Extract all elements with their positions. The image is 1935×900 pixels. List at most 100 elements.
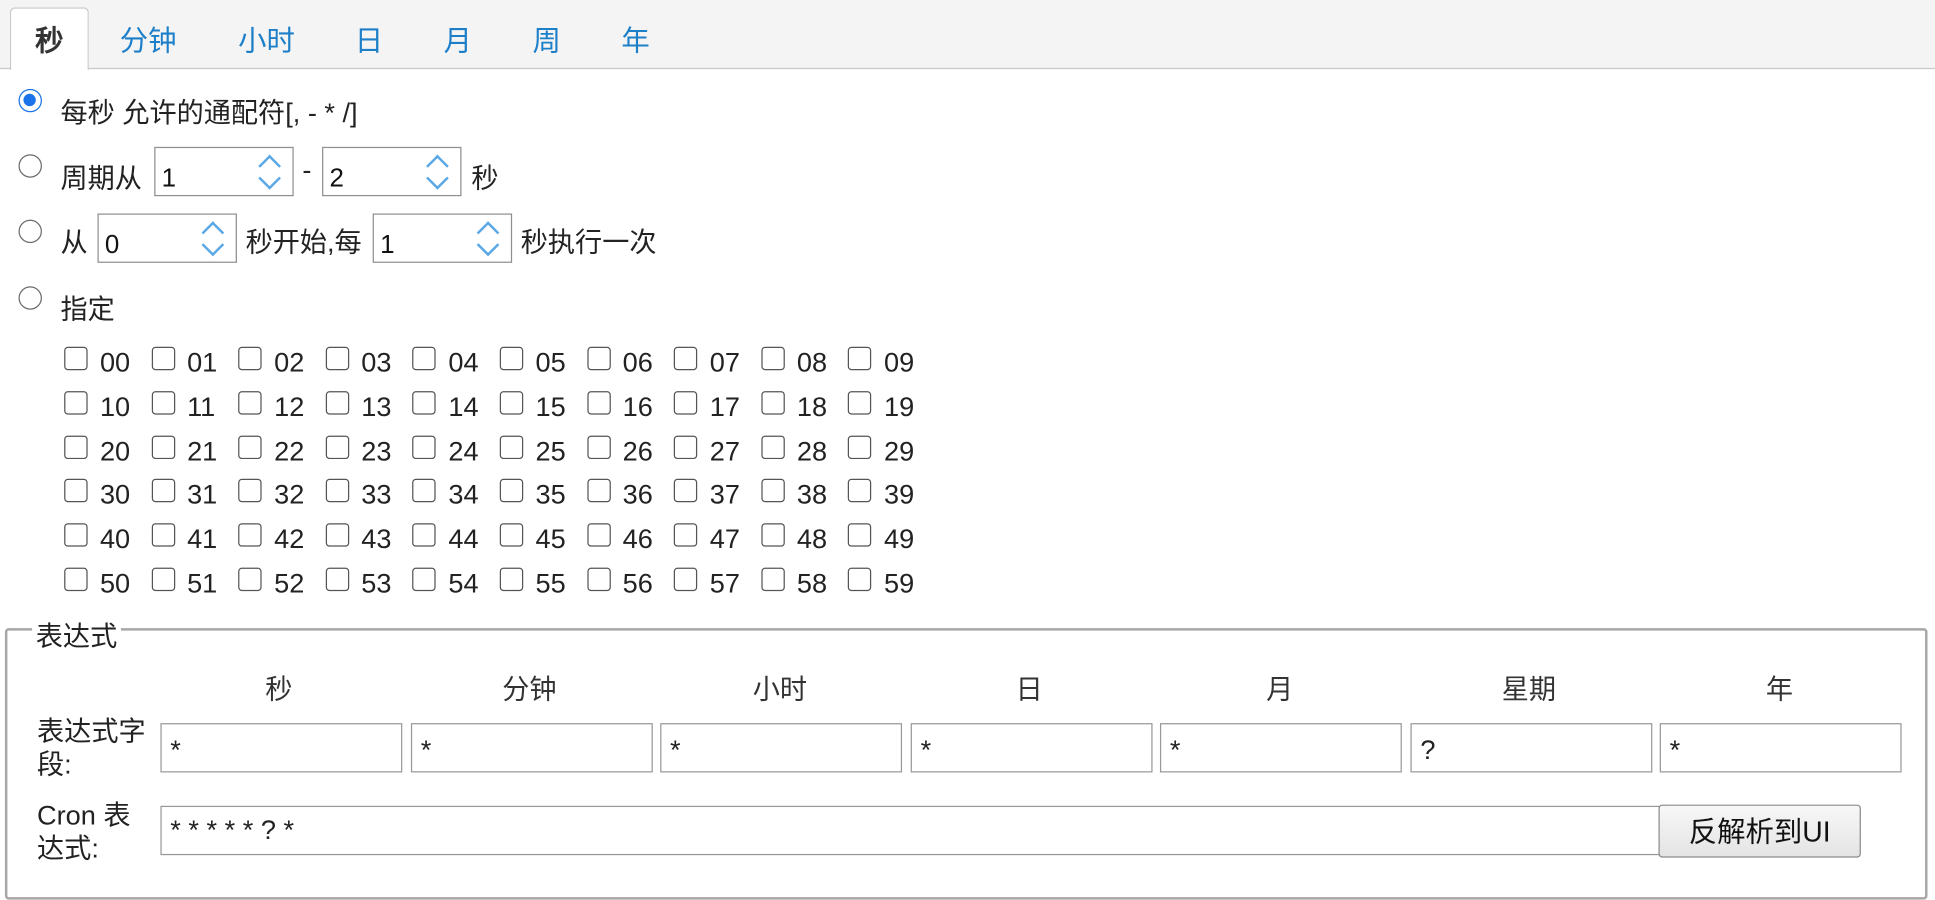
checkbox[interactable] (64, 435, 88, 459)
checkbox[interactable] (412, 435, 437, 459)
checkbox[interactable] (499, 567, 524, 592)
field-minute[interactable]: * (410, 723, 653, 773)
checkbox[interactable] (586, 479, 611, 503)
checkbox[interactable] (673, 435, 698, 459)
checkbox[interactable] (325, 435, 349, 459)
checkbox[interactable] (586, 435, 611, 459)
checkbox[interactable] (64, 390, 88, 415)
checkbox[interactable] (673, 346, 698, 371)
field-year[interactable]: * (1659, 723, 1902, 773)
cycle-to-value: 2 (329, 164, 344, 193)
checkbox[interactable] (412, 567, 437, 592)
col-header-minute: 分钟 (502, 673, 557, 705)
checkbox[interactable] (151, 567, 175, 592)
checkbox[interactable] (238, 567, 262, 592)
checkbox[interactable] (848, 479, 872, 503)
checkbox[interactable] (499, 523, 524, 547)
tab-day[interactable]: 日 (343, 11, 395, 58)
checkbox[interactable] (499, 390, 524, 415)
checkbox[interactable] (151, 435, 175, 459)
checkbox[interactable] (151, 390, 175, 415)
tab-month[interactable]: 月 (432, 11, 484, 58)
radio-every[interactable] (18, 88, 42, 113)
tab-second[interactable]: 秒 (9, 7, 89, 71)
checkbox[interactable] (238, 523, 262, 547)
col-header-day: 日 (1015, 673, 1043, 705)
checkbox-label: 51 (187, 567, 218, 599)
checkbox[interactable] (499, 346, 524, 371)
checkbox[interactable] (64, 346, 88, 371)
cron-expression-input[interactable]: * * * * * ? * (160, 805, 1669, 856)
checkbox[interactable] (761, 523, 785, 547)
checkbox[interactable] (499, 435, 524, 459)
radio-interval[interactable] (18, 219, 42, 244)
checkbox-label: 38 (796, 479, 828, 511)
interval-step-value: 1 (380, 230, 395, 260)
checkbox[interactable] (64, 479, 88, 503)
checkbox[interactable] (848, 523, 872, 547)
checkbox[interactable] (238, 346, 262, 371)
cycle-dash: - (302, 154, 312, 186)
checkbox[interactable] (412, 479, 437, 503)
field-month[interactable]: * (1159, 723, 1402, 773)
tab-minute[interactable]: 分钟 (109, 11, 188, 58)
checkbox[interactable] (238, 435, 262, 459)
radio-specify[interactable] (18, 286, 42, 310)
tab-hour[interactable]: 小时 (227, 11, 306, 58)
tab-week[interactable]: 周 (521, 11, 573, 58)
checkbox[interactable] (673, 523, 698, 547)
interval-start-value: 0 (104, 230, 120, 260)
spinner-arrows-icon[interactable] (418, 149, 455, 193)
checkbox[interactable] (848, 346, 872, 371)
interval-step-spinner[interactable]: 1 (372, 213, 513, 263)
field-weekday[interactable]: ? (1410, 723, 1653, 773)
checkbox[interactable] (761, 346, 785, 371)
checkbox-label: 33 (361, 479, 392, 511)
tab-year[interactable]: 年 (610, 11, 662, 58)
cycle-to-spinner[interactable]: 2 (322, 146, 462, 197)
checkbox[interactable] (64, 523, 88, 547)
checkbox[interactable] (325, 390, 349, 415)
checkbox[interactable] (238, 390, 262, 415)
checkbox[interactable] (151, 479, 175, 503)
field-hour[interactable]: * (660, 723, 903, 773)
checkbox[interactable] (848, 567, 872, 592)
checkbox[interactable] (586, 523, 611, 547)
checkbox[interactable] (412, 390, 437, 415)
checkbox[interactable] (325, 346, 349, 371)
spinner-arrows-icon[interactable] (251, 149, 288, 193)
checkbox[interactable] (412, 523, 437, 547)
checkbox[interactable] (64, 567, 88, 592)
radio-cycle[interactable] (18, 154, 42, 178)
interval-start-spinner[interactable]: 0 (97, 213, 237, 263)
cycle-from-spinner[interactable]: 1 (154, 146, 294, 197)
checkbox[interactable] (151, 523, 175, 547)
checkbox[interactable] (586, 346, 611, 371)
checkbox-label: 56 (622, 567, 653, 599)
checkbox[interactable] (238, 479, 262, 503)
spinner-arrows-icon[interactable] (194, 216, 231, 260)
checkbox[interactable] (848, 435, 872, 459)
field-day[interactable]: * (910, 723, 1153, 773)
checkbox[interactable] (761, 435, 785, 459)
checkbox[interactable] (151, 346, 175, 371)
parse-to-ui-button[interactable]: 反解析到UI (1658, 804, 1861, 858)
field-second[interactable]: * (160, 723, 403, 773)
checkbox-label: 23 (361, 435, 392, 466)
checkbox[interactable] (325, 523, 349, 547)
checkbox[interactable] (673, 479, 698, 503)
checkbox[interactable] (325, 479, 349, 503)
checkbox[interactable] (586, 567, 611, 592)
checkbox[interactable] (412, 346, 437, 371)
checkbox[interactable] (499, 479, 524, 503)
spinner-arrows-icon[interactable] (469, 216, 506, 260)
checkbox[interactable] (673, 567, 698, 592)
checkbox[interactable] (325, 567, 349, 592)
checkbox[interactable] (848, 390, 872, 415)
checkbox[interactable] (761, 567, 785, 592)
checkbox[interactable] (673, 390, 698, 415)
checkbox[interactable] (761, 479, 785, 503)
checkbox[interactable] (586, 390, 611, 415)
checkbox-label: 46 (622, 523, 653, 555)
checkbox[interactable] (761, 390, 785, 415)
